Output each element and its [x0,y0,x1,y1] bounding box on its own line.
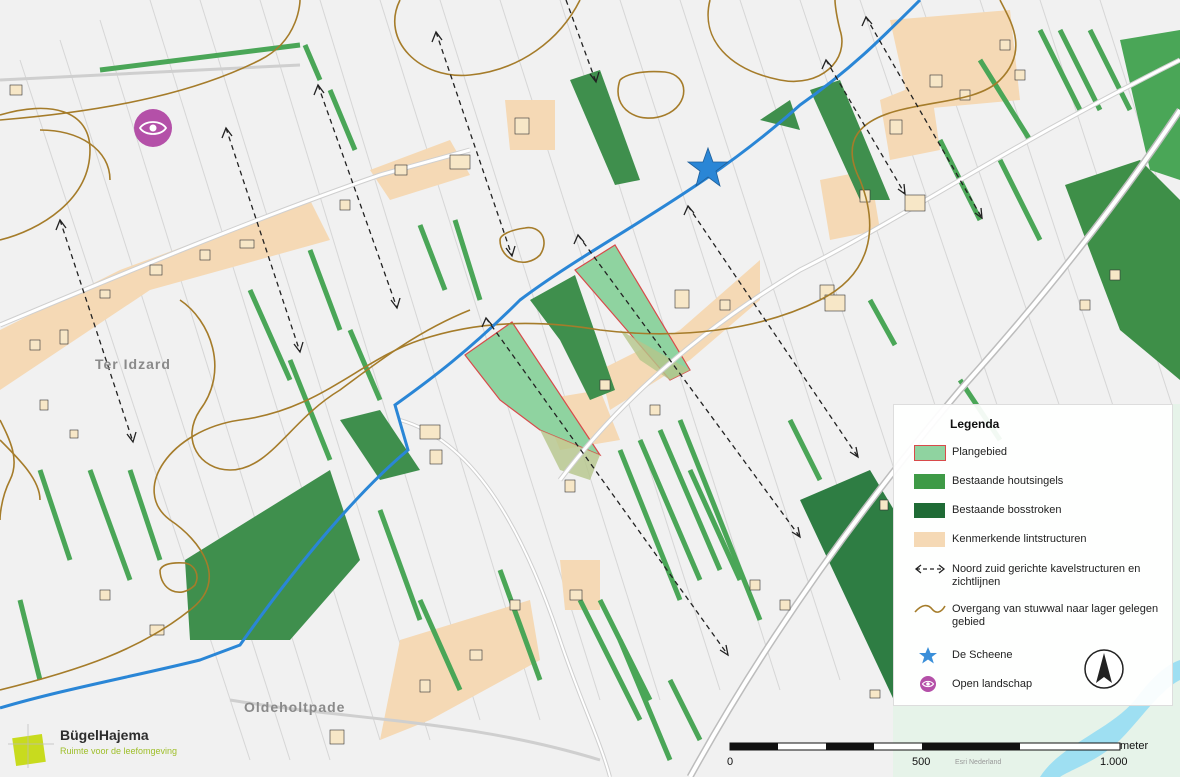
plangebied-swatch [914,445,946,461]
logo-name: BügelHajema [60,727,149,743]
north-arrow-icon [1084,649,1124,689]
eye-icon [920,676,936,692]
scale-bar [729,742,1121,751]
bosstroken-swatch [914,503,945,518]
double-dashed-arrow-icon [914,564,946,574]
scale-unit: meter [1120,740,1149,752]
scale-tick-0: 0 [727,756,734,768]
legend-label: Bestaande bosstroken [952,504,1062,516]
legend-title: Legenda [950,417,1000,431]
place-label-ter-idzard: Ter Idzard [95,356,171,372]
blue-star-icon [919,647,937,664]
open-landschap-eye-icon [134,109,172,147]
place-label-oldeholtpade: Oldeholtpade [244,699,346,715]
brown-line-icon [914,604,946,613]
logo-tagline: Ruimte voor de leefomgeving [60,746,178,756]
legend-label: Noord zuid gerichte kavelstructuren en z… [952,563,1141,588]
legend-label: Overgang van stuwwal naar lager gelegen … [952,603,1159,628]
lint-swatch [914,532,945,547]
map-credit: Esri Nederland [955,759,1002,766]
legend-label: Plangebied [952,446,1008,458]
legend-label: Bestaande houtsingels [952,475,1064,487]
scale-tick-1000: 1.000 [1100,756,1128,768]
legend-label: Open landschap [952,678,1033,690]
scale-tick-500: 500 [912,756,931,768]
legend-label: De Scheene [952,649,1013,661]
bugelhajema-logo: BügelHajema Ruimte voor de leefomgeving [8,722,188,772]
legend-panel: Legenda Plangebied Bestaande houtsingels… [893,404,1173,706]
houtsingels-swatch [914,474,945,489]
logo-mark-icon [8,724,54,768]
legend-label: Kenmerkende lintstructuren [952,533,1087,545]
